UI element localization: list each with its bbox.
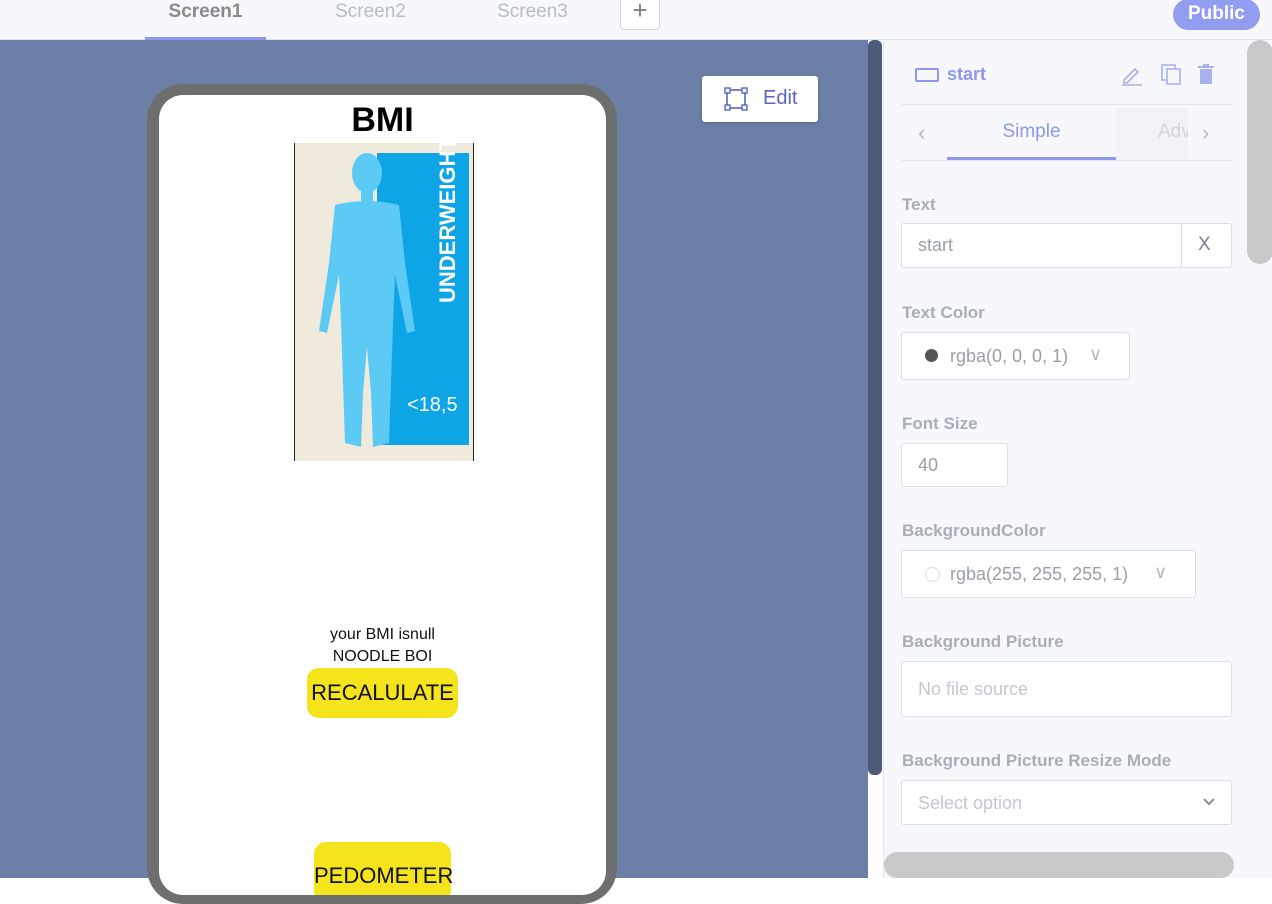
underweight-label: UNDERWEIGHT [435, 143, 460, 303]
resize-mode-placeholder: Select option [918, 793, 1023, 813]
font-size-label: Font Size [902, 414, 978, 433]
canvas-scrollbar[interactable] [868, 40, 882, 775]
background-picture-label: Background Picture [902, 632, 1064, 651]
bmi-range-label: <18,5 [407, 394, 458, 416]
duplicate-icon[interactable] [1159, 62, 1183, 86]
chevron-down-icon: ∨ [1089, 344, 1103, 364]
button-component-icon [915, 68, 939, 82]
frame-select-icon [724, 87, 748, 111]
bmi-title[interactable]: BMI [159, 101, 606, 140]
tab-screen1[interactable]: Screen1 [145, 0, 266, 40]
panel-vertical-scrollbar[interactable] [1247, 40, 1272, 264]
background-picture-placeholder: No file source [918, 679, 1029, 699]
tabs-divider [901, 160, 1232, 161]
properties-panel: start ‹ Simple Adv › Text start X Text C… [883, 40, 1272, 878]
underweight-figure-illustration: UNDERWEIGHT <18,5 [295, 143, 473, 461]
edit-button[interactable]: Edit [702, 76, 818, 122]
tab-advanced-label: Adv [1158, 121, 1188, 142]
font-size-input[interactable]: 40 [901, 443, 1008, 487]
background-color-value: rgba(255, 255, 255, 1) [950, 564, 1129, 584]
pedometer-button[interactable]: PEDOMETER [314, 842, 453, 895]
component-name: start [947, 64, 987, 84]
public-button[interactable]: Public [1173, 0, 1260, 30]
background-color-swatch [925, 567, 940, 582]
text-color-swatch [925, 349, 938, 362]
tab-screen2-label: Screen2 [335, 1, 406, 22]
tab-screen3-label: Screen3 [497, 1, 568, 22]
rename-pencil-icon[interactable] [1120, 62, 1144, 86]
phone-screen: BMI UNDERWEIGHT <18,5 your BMI isnull NO… [159, 95, 606, 895]
delete-trash-icon[interactable] [1194, 62, 1218, 86]
edit-button-label: Edit [763, 87, 798, 109]
chevron-down-icon [1203, 798, 1215, 806]
font-size-value: 40 [918, 455, 939, 475]
tab-scroll-right-icon[interactable]: › [1202, 120, 1209, 146]
tab-screen3[interactable]: Screen3 [472, 0, 593, 39]
header-divider [901, 104, 1232, 105]
tab-screen1-label: Screen1 [168, 1, 243, 22]
tab-simple-label: Simple [1002, 121, 1061, 142]
text-color-value: rgba(0, 0, 0, 1) [950, 346, 1069, 366]
recalculate-button[interactable]: RECALULATE [307, 668, 458, 718]
panel-horizontal-scrollbar[interactable] [884, 852, 1234, 878]
screen-tab-bar: Screen1 Screen2 Screen3 + Public [0, 0, 1272, 40]
background-color-picker[interactable]: rgba(255, 255, 255, 1) ∨ [901, 550, 1196, 598]
bmi-image[interactable]: UNDERWEIGHT <18,5 [294, 143, 474, 461]
bmi-result-text: your BMI isnull [330, 626, 435, 643]
resize-mode-label: Background Picture Resize Mode [902, 751, 1172, 770]
text-color-label: Text Color [902, 303, 985, 322]
tab-screen2[interactable]: Screen2 [310, 0, 431, 39]
text-field-value: start [918, 235, 954, 255]
tab-scroll-left-icon[interactable]: ‹ [918, 120, 925, 146]
text-field[interactable]: start X [901, 223, 1232, 268]
resize-mode-select[interactable]: Select option [901, 780, 1232, 825]
text-field-divider [1181, 224, 1182, 267]
chevron-down-icon: ∨ [1154, 562, 1168, 582]
tab-advanced[interactable]: Adv [1116, 108, 1188, 160]
background-color-label: BackgroundColor [902, 521, 1046, 540]
background-picture-input[interactable]: No file source [901, 661, 1232, 717]
bmi-category-text: NOODLE BOI [332, 648, 433, 665]
text-label: Text [902, 195, 936, 214]
tab-simple[interactable]: Simple [947, 108, 1116, 160]
add-screen-button[interactable]: + [620, 0, 660, 30]
text-color-picker[interactable]: rgba(0, 0, 0, 1) ∨ [901, 332, 1130, 380]
clear-text-button[interactable]: X [1198, 234, 1211, 256]
